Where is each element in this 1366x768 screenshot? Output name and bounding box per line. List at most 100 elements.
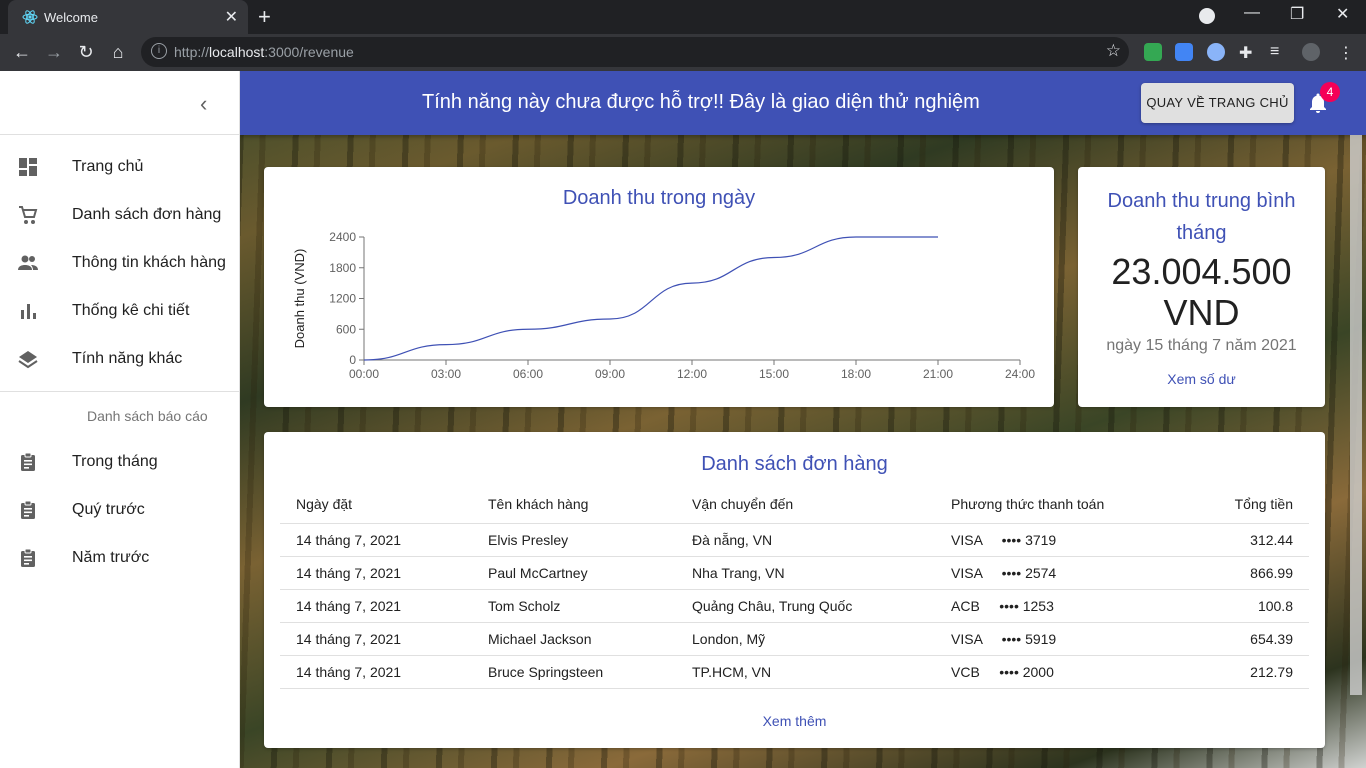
url-text: http://localhost:3000/revenue (174, 44, 354, 60)
puzzle-extensions-icon[interactable]: ✚ (1239, 43, 1257, 62)
y-tick-label: 1200 (329, 292, 356, 306)
sidebar-item-report-year[interactable]: Năm trước (0, 534, 239, 582)
chevron-left-icon[interactable]: ‹ (200, 91, 207, 117)
column-header: Phương thức thanh toán (935, 486, 1165, 524)
bookmark-star-icon[interactable]: ☆ (1106, 41, 1121, 61)
sidebar-item-home[interactable]: Trang chủ (0, 143, 239, 191)
dashboard-icon (19, 158, 37, 176)
home-icon[interactable]: ⌂ (106, 40, 130, 64)
revenue-series-line (363, 236, 938, 361)
sidebar-item-label: Trang chủ (72, 158, 144, 175)
view-balance-link[interactable]: Xem số dư (1078, 371, 1325, 387)
people-icon (18, 255, 38, 270)
assignment-icon (21, 452, 35, 471)
customer-name: Paul McCartney (472, 556, 676, 590)
payment-method: VISA •••• 2574 (935, 556, 1165, 590)
address-bar[interactable]: i http://localhost:3000/revenue ☆ (141, 37, 1129, 67)
column-header: Vận chuyển đến (676, 486, 935, 524)
sidebar-item-label: Năm trước (72, 549, 150, 566)
y-tick-label: 1800 (329, 261, 356, 275)
customer-name: Elvis Presley (472, 523, 676, 557)
main-content: Tính năng này chưa được hỗ trợ!! Đây là … (240, 71, 1366, 768)
average-revenue-card: Doanh thu trung bình tháng 23.004.500 VN… (1078, 167, 1325, 407)
x-tick-label: 12:00 (677, 367, 707, 381)
sidebar-item-label: Thông tin khách hàng (72, 254, 226, 271)
menu-dots-icon[interactable]: ⋮ (1338, 43, 1356, 62)
x-tick-label: 15:00 (759, 367, 789, 381)
sidebar-item-report-month[interactable]: Trong tháng (0, 438, 239, 486)
tab-title: Welcome (44, 10, 98, 25)
playlist-icon[interactable]: ≡ (1270, 43, 1288, 61)
order-date: 14 tháng 7, 2021 (280, 556, 472, 590)
table-row[interactable]: 14 tháng 7, 2021 Elvis Presley Đà nẵng, … (280, 523, 1309, 557)
see-more-link[interactable]: Xem thêm (264, 713, 1325, 729)
restore-icon[interactable]: ❐ (1290, 4, 1304, 24)
profile-dropdown-icon[interactable] (1199, 8, 1215, 24)
back-icon[interactable]: ← (10, 40, 34, 64)
order-date: 14 tháng 7, 2021 (280, 523, 472, 557)
bar-chart-icon (21, 304, 36, 319)
customer-name: Tom Scholz (472, 589, 676, 623)
back-home-button[interactable]: QUAY VỀ TRANG CHỦ (1141, 83, 1294, 123)
ship-to: TP.HCM, VN (676, 655, 935, 689)
page-title: Tính năng này chưa được hỗ trợ!! Đây là … (422, 91, 980, 113)
sidebar-item-customers[interactable]: Thông tin khách hàng (0, 239, 239, 287)
sidebar-item-statistics[interactable]: Thống kê chi tiết (0, 287, 239, 335)
sidebar-item-label: Quý trước (72, 501, 145, 518)
average-date: ngày 15 tháng 7 năm 2021 (1106, 337, 1297, 354)
order-total: 212.79 (1165, 655, 1309, 689)
browser-titlebar: Welcome ✕ + — ❐ ✕ (0, 0, 1366, 34)
browser-tab[interactable]: Welcome ✕ (8, 0, 248, 34)
customer-name: Michael Jackson (472, 622, 676, 656)
ship-to: Quảng Châu, Trung Quốc (676, 589, 935, 623)
shield-extension-icon[interactable] (1144, 43, 1162, 61)
x-tick-label: 06:00 (513, 367, 543, 381)
cart-icon (19, 206, 38, 224)
revenue-chart-card: Doanh thu trong ngày 0 600 1200 1800 2400 00:… (264, 167, 1054, 407)
translate-extension-icon[interactable] (1175, 43, 1193, 61)
order-total: 100.8 (1165, 589, 1309, 623)
forward-icon[interactable]: → (42, 40, 66, 64)
sidebar-item-report-quarter[interactable]: Quý trước (0, 486, 239, 534)
average-amount: 23.004.500 VND (1111, 251, 1292, 333)
scrollbar[interactable] (1350, 135, 1362, 695)
table-row[interactable]: 14 tháng 7, 2021 Michael Jackson London,… (280, 622, 1309, 656)
payment-method: VCB •••• 2000 (935, 655, 1165, 689)
react-icon (22, 10, 38, 24)
close-window-icon[interactable]: ✕ (1336, 4, 1349, 24)
info-icon[interactable]: i (151, 43, 167, 59)
order-date: 14 tháng 7, 2021 (280, 622, 472, 656)
minimize-icon[interactable]: — (1244, 4, 1260, 22)
browser-toolbar: ← → ↻ ⌂ i http://localhost:3000/revenue … (0, 34, 1366, 71)
close-tab-icon[interactable]: ✕ (225, 7, 238, 27)
payment-method: VISA •••• 3719 (935, 523, 1165, 557)
reload-icon[interactable]: ↻ (74, 40, 98, 64)
x-tick-label: 21:00 (923, 367, 953, 381)
table-row[interactable]: 14 tháng 7, 2021 Bruce Springsteen TP.HC… (280, 655, 1309, 689)
x-tick-label: 24:00 (1005, 367, 1035, 381)
table-header-row: Ngày đặt Tên khách hàng Vận chuyển đến P… (280, 486, 1309, 524)
new-tab-button[interactable]: + (258, 4, 271, 30)
average-title: Doanh thu trung bình tháng (1107, 190, 1296, 244)
order-date: 14 tháng 7, 2021 (280, 589, 472, 623)
y-tick-label: 2400 (329, 230, 356, 244)
payment-method: ACB •••• 1253 (935, 589, 1165, 623)
revenue-line-chart: 0 600 1200 1800 2400 00:00 03:00 06:00 09:00 12:0… (292, 230, 1035, 381)
sidebar: ‹ Trang chủ Danh sách đơn hàng Thông tin… (0, 71, 240, 768)
orders-card: Danh sách đơn hàng Ngày đặt Tên khách hà… (264, 432, 1325, 748)
payment-method: VISA •••• 5919 (935, 622, 1165, 656)
sidebar-item-label: Thống kê chi tiết (72, 302, 190, 319)
circle-extension-icon[interactable] (1207, 43, 1225, 61)
table-row[interactable]: 14 tháng 7, 2021 Paul McCartney Nha Tran… (280, 556, 1309, 590)
sidebar-item-orders[interactable]: Danh sách đơn hàng (0, 191, 239, 239)
x-tick-label: 00:00 (349, 367, 379, 381)
sidebar-item-other-features[interactable]: Tính năng khác (0, 335, 239, 383)
app: ‹ Trang chủ Danh sách đơn hàng Thông tin… (0, 71, 1366, 768)
avatar[interactable] (1302, 43, 1320, 61)
orders-title: Danh sách đơn hàng (701, 453, 888, 475)
x-tick-label: 18:00 (841, 367, 871, 381)
table-row[interactable]: 14 tháng 7, 2021 Tom Scholz Quảng Châu, … (280, 589, 1309, 623)
assignment-icon (21, 548, 35, 567)
y-axis-label: Doanh thu (VND) (292, 249, 307, 349)
order-date: 14 tháng 7, 2021 (280, 655, 472, 689)
